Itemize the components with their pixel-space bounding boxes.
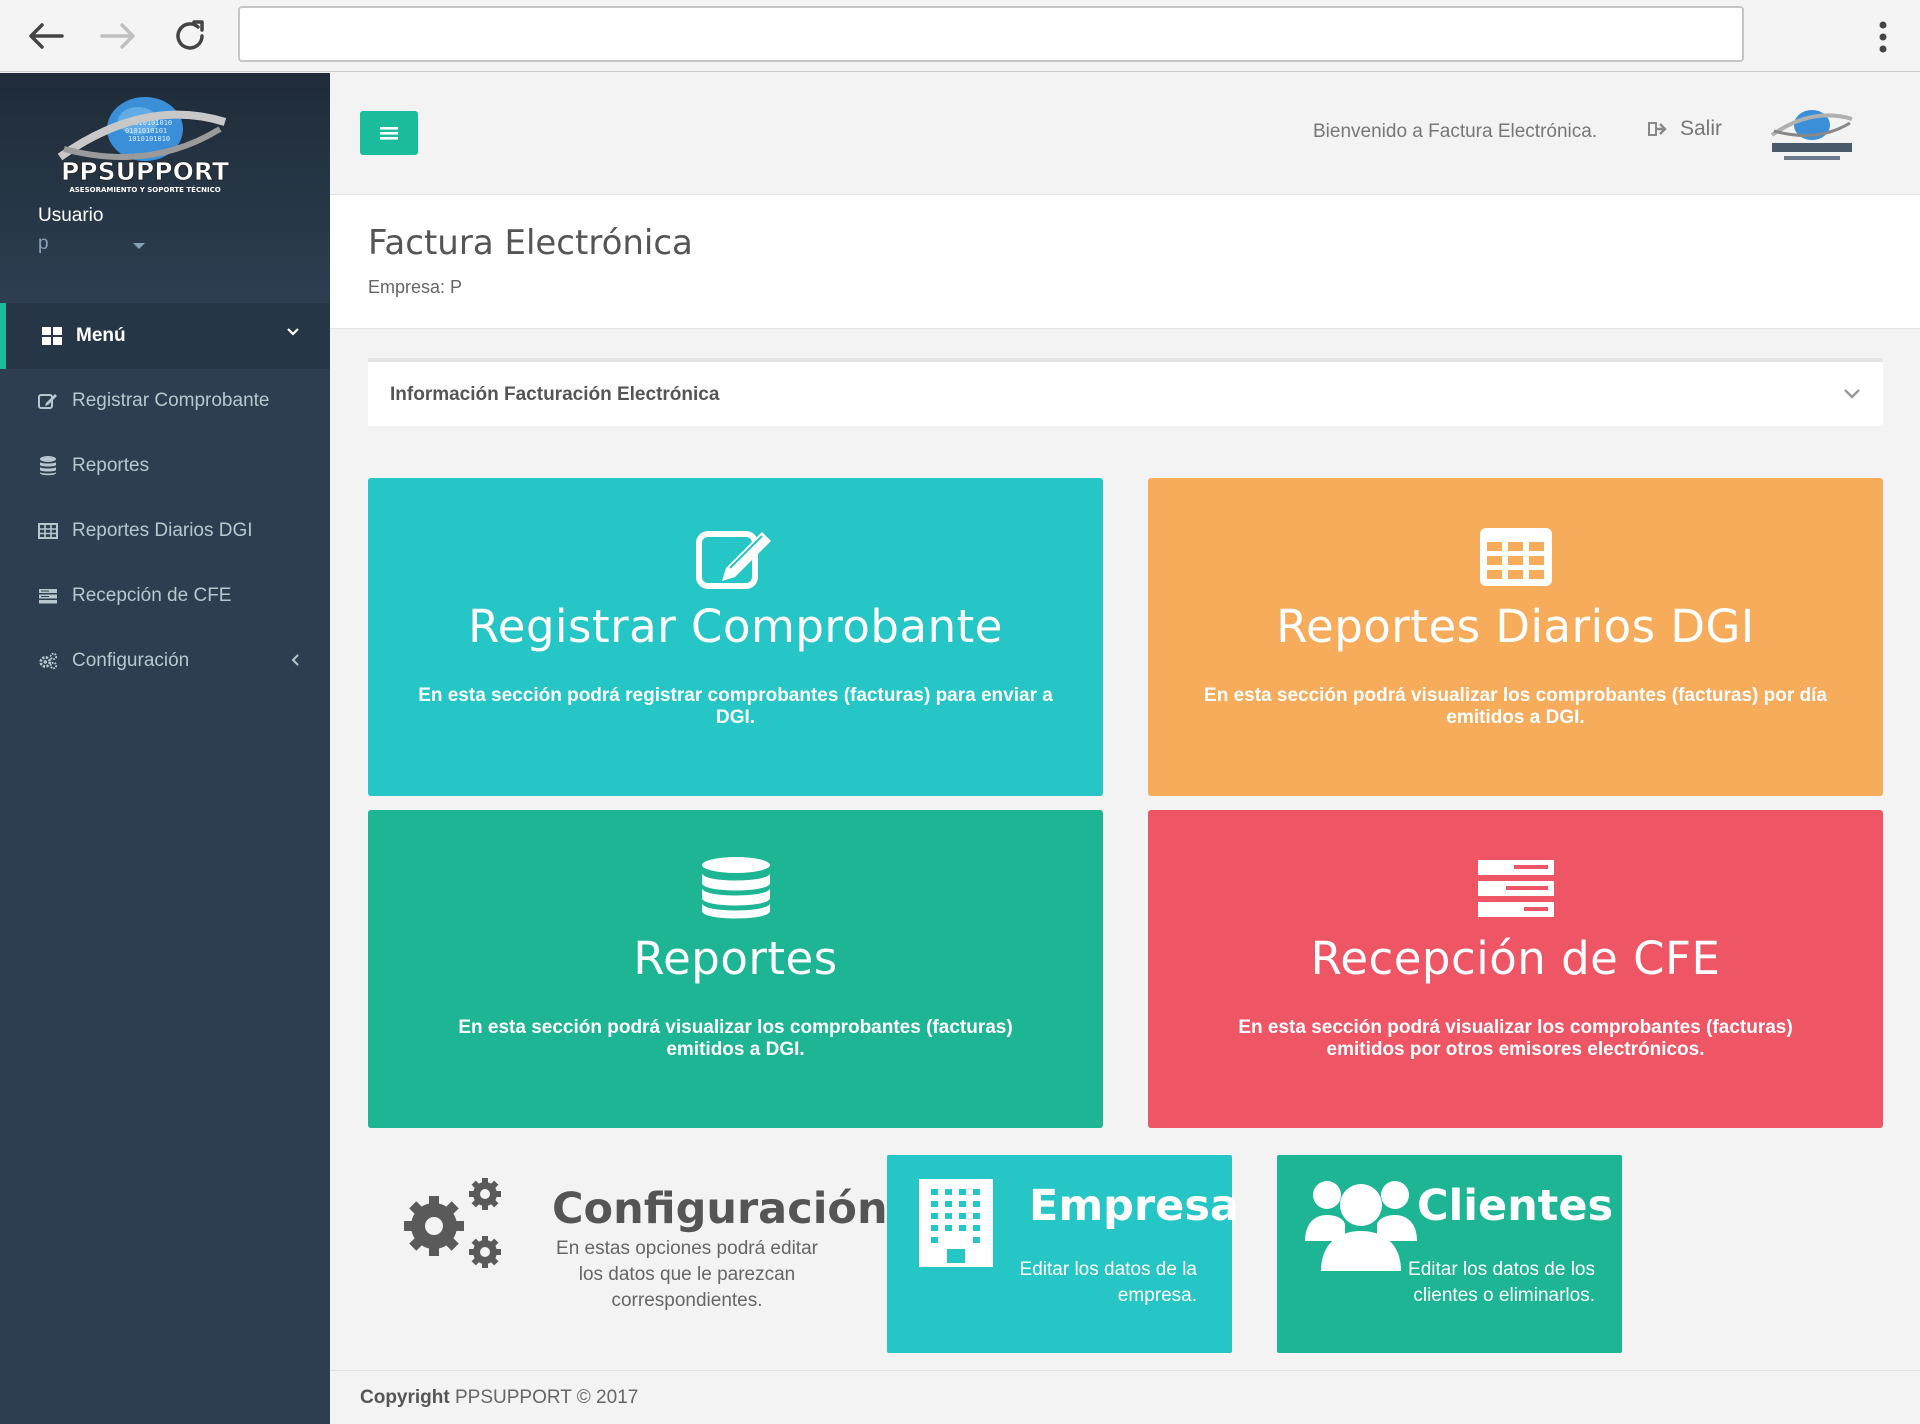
tile-reportes[interactable]: Reportes En esta sección podrá visualiza…	[368, 810, 1103, 1128]
page-title: Factura Electrónica	[368, 223, 693, 263]
table-icon	[1479, 528, 1552, 586]
sidebar-item-label: Recepción de CFE	[72, 585, 232, 606]
th-large-icon	[42, 327, 62, 345]
sign-out-icon	[1648, 122, 1667, 136]
sidebar-item-recepcion-cfe[interactable]: Recepción de CFE	[0, 564, 330, 628]
cogs-icon	[404, 1178, 501, 1268]
footer: Copyright PPSUPPORT © 2017	[330, 1370, 1920, 1424]
sidebar-item-reportes-diarios-dgi[interactable]: Reportes Diarios DGI	[0, 499, 330, 563]
sidebar-item-label: Reportes	[72, 455, 150, 476]
cogs-icon	[38, 651, 58, 671]
ppsupport-logo: 1010101010 0101010101 1010101010 PPSUPPO…	[57, 97, 229, 194]
database-icon	[701, 857, 770, 919]
address-bar[interactable]	[238, 6, 1744, 62]
building-icon	[919, 1179, 993, 1267]
config-description: En estas opciones podrá editar los datos…	[556, 1238, 818, 1311]
kebab-icon	[1879, 21, 1887, 53]
server-icon	[1477, 860, 1554, 917]
info-panel[interactable]: Información Facturación Electrónica	[368, 358, 1883, 426]
hamburger-icon	[380, 127, 398, 140]
database-icon	[38, 456, 58, 476]
sidebar-item-label: Configuración	[72, 650, 190, 671]
sidebar: 1010101010 0101010101 1010101010 PPSUPPO…	[0, 73, 330, 1424]
info-panel-title: Información Facturación Electrónica	[390, 384, 720, 405]
reload-button[interactable]	[168, 14, 212, 58]
copyright-value: PPSUPPORT © 2017	[455, 1387, 639, 1408]
clientes-title: Clientes	[1417, 1181, 1614, 1231]
tile-title: Recepción de CFE	[1310, 932, 1721, 985]
tile-registrar-comprobante[interactable]: Registrar Comprobante En esta sección po…	[368, 478, 1103, 796]
edit-icon	[38, 391, 58, 411]
back-button[interactable]	[24, 14, 68, 58]
logout-label: Salir	[1680, 117, 1723, 140]
arrow-left-icon	[29, 23, 64, 49]
svg-text:0101010101: 0101010101	[125, 127, 167, 135]
config-section[interactable]: Configuración En estas opciones podrá ed…	[390, 1170, 888, 1320]
copyright-text: Copyright PPSUPPORT © 2017	[360, 1387, 638, 1409]
server-icon	[38, 586, 58, 606]
tile-empresa[interactable]: Empresa Editar los datos de la empresa.	[887, 1155, 1239, 1353]
company-label: Empresa: P	[368, 277, 463, 297]
chevron-down-icon	[287, 328, 299, 336]
logo-brand: PPSUPPORT	[61, 157, 229, 186]
table-icon	[38, 521, 58, 541]
config-title: Configuración	[552, 1184, 888, 1234]
browser-menu-button[interactable]	[1878, 20, 1888, 54]
top-navbar: Bienvenido a Factura Electrónica. Salir	[330, 73, 1920, 195]
sidebar-menu-toggle[interactable]: Menú	[0, 303, 330, 369]
sidebar-item-registrar-comprobante[interactable]: Registrar Comprobante	[0, 369, 330, 433]
edit-icon	[695, 531, 771, 589]
tile-clientes[interactable]: Clientes Editar los datos de los cliente…	[1277, 1155, 1622, 1353]
reload-icon	[176, 20, 204, 50]
svg-text:1010101010: 1010101010	[128, 135, 170, 143]
chevron-left-icon	[291, 654, 299, 666]
tile-description: En esta sección podrá visualizar los com…	[1238, 1017, 1793, 1060]
sidebar-item-configuracion[interactable]: Configuración	[0, 629, 330, 693]
sidebar-item-label: Registrar Comprobante	[72, 390, 270, 411]
sidebar-toggle-button[interactable]	[360, 111, 418, 155]
ppsupport-logo-small	[1770, 110, 1853, 160]
tile-description: En esta sección podrá visualizar los com…	[458, 1017, 1013, 1060]
caret-down-icon[interactable]	[133, 243, 145, 249]
copyright-label: Copyright	[360, 1387, 450, 1408]
tile-description: En esta sección podrá visualizar los com…	[1204, 685, 1827, 728]
empresa-description: Editar los datos de la empresa.	[1019, 1259, 1197, 1306]
tile-title: Reportes Diarios DGI	[1276, 600, 1755, 653]
welcome-message: Bienvenido a Factura Electrónica.	[1313, 121, 1598, 142]
arrow-right-icon	[100, 23, 135, 49]
empresa-title: Empresa	[1029, 1181, 1239, 1231]
logout-link[interactable]: Salir	[1648, 117, 1722, 141]
sidebar-item-reportes[interactable]: Reportes	[0, 434, 330, 498]
clientes-description: Editar los datos de los clientes o elimi…	[1408, 1259, 1595, 1306]
user-profile-panel: 1010101010 0101010101 1010101010 PPSUPPO…	[0, 73, 330, 296]
tile-title: Registrar Comprobante	[468, 600, 1003, 653]
chevron-down-icon[interactable]	[1843, 388, 1861, 400]
user-label: Usuario	[38, 205, 104, 226]
tile-description: En esta sección podrá registrar comproba…	[418, 685, 1053, 728]
forward-button[interactable]	[96, 14, 140, 58]
browser-toolbar	[0, 0, 1920, 72]
user-name[interactable]: p	[38, 233, 49, 255]
menu-label: Menú	[76, 325, 126, 346]
tile-title: Reportes	[633, 932, 838, 985]
sidebar-item-label: Reportes Diarios DGI	[72, 520, 253, 541]
tile-recepcion-cfe[interactable]: Recepción de CFE En esta sección podrá v…	[1148, 810, 1883, 1128]
page-header: Factura Electrónica Empresa: P	[330, 195, 1920, 329]
tile-reportes-diarios-dgi[interactable]: Reportes Diarios DGI En esta sección pod…	[1148, 478, 1883, 796]
logo-tagline: ASESORAMIENTO Y SOPORTE TÉCNICO	[69, 185, 220, 194]
